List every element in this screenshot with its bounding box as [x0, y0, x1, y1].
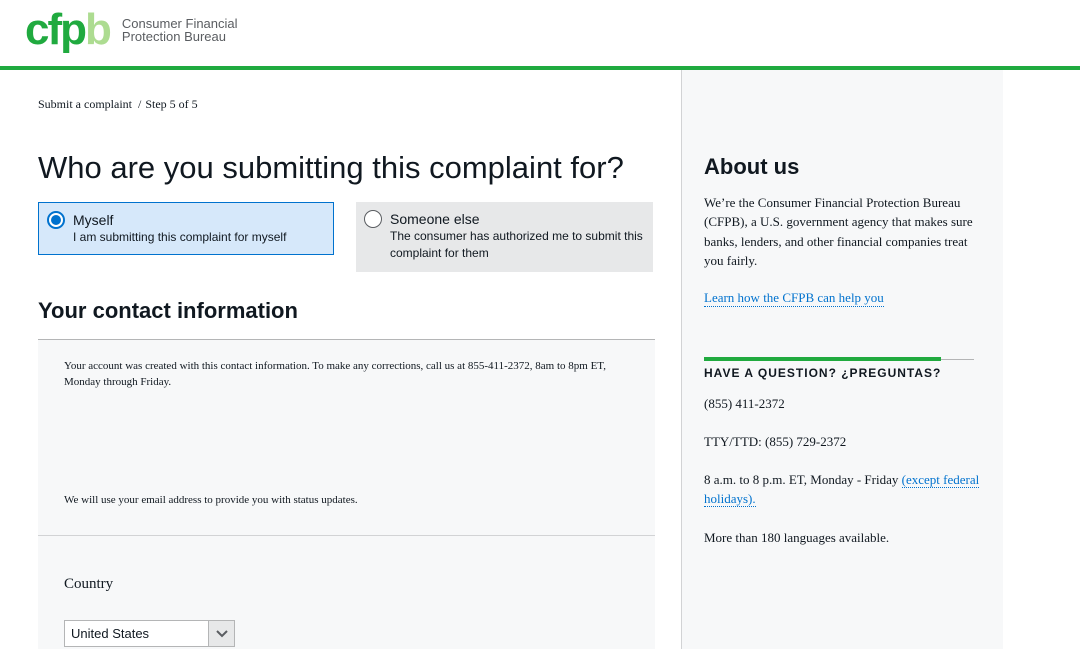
breadcrumb-separator: /: [138, 97, 142, 111]
cfpb-logo-mark: cfpb: [25, 5, 112, 54]
contact-section-title: Your contact information: [38, 298, 298, 323]
site-header: cfpb Consumer Financial Protection Burea…: [0, 0, 1080, 66]
agency-name: Consumer Financial Protection Bureau: [122, 17, 238, 43]
country-select[interactable]: United States: [64, 620, 235, 647]
breadcrumb-submit-link[interactable]: Submit a complaint: [38, 97, 132, 111]
radio-myself[interactable]: [47, 211, 65, 229]
option-someone-else-description: The consumer has authorized me to submit…: [390, 229, 643, 260]
breadcrumb-step: Step 5 of 5: [145, 97, 198, 111]
about-title: About us: [704, 154, 800, 179]
hours-value: 8 a.m. to 8 p.m. ET, Monday - Friday: [704, 472, 899, 487]
option-myself-description: I am submitting this complaint for mysel…: [73, 230, 287, 244]
languages-text: More than 180 languages available.: [704, 530, 890, 545]
question-rule: [941, 359, 974, 360]
email-status-note: We will use your email address to provid…: [64, 494, 358, 506]
phone-number: (855) 411-2372: [704, 396, 785, 411]
sidebar: About us We’re the Consumer Financial Pr…: [681, 70, 1003, 649]
radio-someone-else[interactable]: [364, 210, 382, 228]
country-label: Country: [64, 576, 114, 592]
option-myself[interactable]: Myself I am submitting this complaint fo…: [38, 202, 334, 255]
agency-name-line2: Protection Bureau: [121, 29, 226, 44]
country-selected-value: United States: [71, 626, 150, 641]
cfpb-logo[interactable]: cfpb Consumer Financial Protection Burea…: [25, 6, 238, 54]
hours-text: 8 a.m. to 8 p.m. ET, Monday - Friday (ex…: [704, 470, 984, 508]
learn-how-link[interactable]: Learn how the CFPB can help you: [704, 290, 884, 307]
question-heading: HAVE A QUESTION? ¿PREGUNTAS?: [704, 366, 942, 380]
country-panel: Country United States: [38, 536, 655, 649]
tty-number: TTY/TTD: (855) 729-2372: [704, 434, 847, 449]
contact-info-panel: Your account was created with this conta…: [38, 340, 655, 535]
chevron-down-icon[interactable]: [208, 621, 234, 646]
option-someone-else-label: Someone else: [390, 211, 480, 227]
question-rule-accent: [704, 357, 941, 361]
option-myself-label: Myself: [73, 212, 114, 228]
contact-note: Your account was created with this conta…: [64, 360, 606, 388]
option-someone-else[interactable]: Someone else The consumer has authorized…: [356, 202, 653, 272]
page-title: Who are you submitting this complaint fo…: [38, 150, 624, 185]
about-body: We’re the Consumer Financial Protection …: [704, 195, 973, 268]
breadcrumb: Submit a complaint / Step 5 of 5: [38, 97, 198, 112]
